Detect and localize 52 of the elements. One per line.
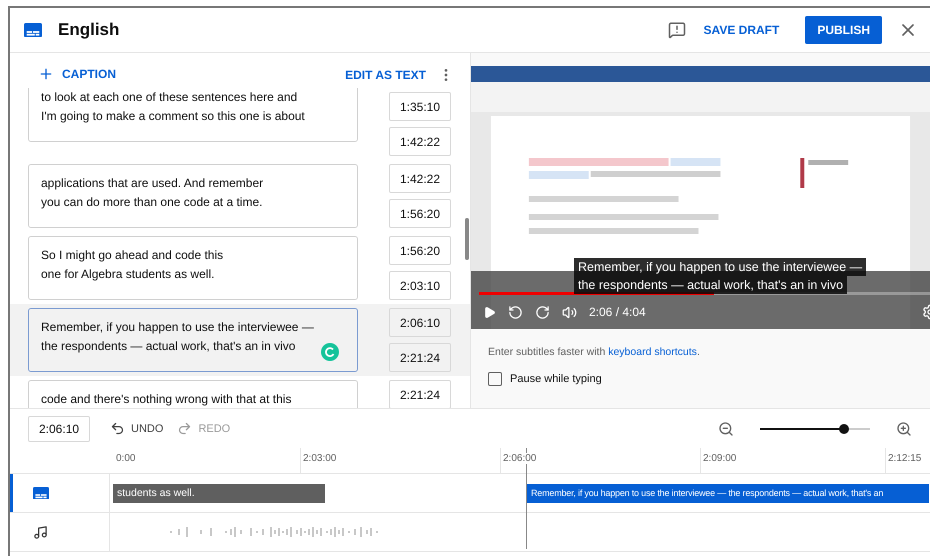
- end-time-field[interactable]: 2:21:24: [389, 343, 451, 372]
- caption-block[interactable]: students as well.: [113, 484, 325, 502]
- end-time-field[interactable]: 2:03:10: [389, 271, 451, 300]
- progress-bar[interactable]: [479, 292, 930, 295]
- save-draft-button[interactable]: SAVE DRAFT: [696, 17, 788, 43]
- zoom-out-icon[interactable]: [718, 420, 734, 436]
- zoom-in-icon[interactable]: [896, 420, 912, 436]
- plus-icon: [38, 66, 54, 82]
- caption-block[interactable]: Remember, if you happen to use the interviewee — the respondents — actual work, that's an: [527, 484, 929, 502]
- caption-field[interactable]: to look at each one of these sentences here and I'm going to make a comment so this one is about: [28, 88, 358, 142]
- refresh-icon: [321, 343, 339, 361]
- subtitles-icon: [24, 22, 42, 38]
- start-time-field[interactable]: 2:21:24: [389, 380, 451, 408]
- video-time: 2:06 / 4:04: [589, 305, 647, 319]
- caption-field[interactable]: Remember, if you happen to use the interviewee — the respondents — actual work, that's an in vivo: [28, 308, 358, 372]
- ruler-label: 2:03:00: [303, 453, 336, 464]
- redo-icon: [177, 421, 192, 436]
- zoom-slider[interactable]: [760, 422, 870, 434]
- ruler-label: 0:00: [116, 453, 136, 464]
- ruler-label: 2:12:15: [888, 453, 922, 464]
- edit-as-text-button[interactable]: EDIT AS TEXT: [337, 62, 434, 88]
- start-time-field[interactable]: 1:42:22: [389, 164, 451, 193]
- start-time-field[interactable]: 1:35:10: [389, 92, 451, 121]
- ruler-label: 2:09:00: [703, 453, 736, 464]
- ruler-label: 2:06:00: [503, 453, 536, 464]
- add-caption-button[interactable]: CAPTION: [30, 60, 124, 88]
- scrollbar: [465, 218, 469, 260]
- keyboard-shortcuts-link[interactable]: keyboard shortcuts: [608, 346, 697, 358]
- undo-button[interactable]: UNDO: [110, 421, 164, 436]
- caption-field[interactable]: applications that are used. And remember you can do more than one code at a time.: [28, 164, 358, 228]
- music-note-icon: [33, 524, 48, 540]
- video-caption: the respondents — actual work, that's an in vivo: [574, 276, 848, 294]
- start-time-field[interactable]: 1:56:20: [389, 236, 451, 265]
- rewind-icon[interactable]: [508, 304, 523, 320]
- end-time-field[interactable]: 1:56:20: [389, 199, 451, 228]
- current-time-field[interactable]: 2:06:10: [28, 416, 90, 442]
- undo-icon: [110, 421, 126, 436]
- feedback-icon[interactable]: [668, 21, 686, 39]
- helper-text: Enter subtitles faster with keyboard shortcuts.: [488, 346, 701, 358]
- publish-button[interactable]: PUBLISH: [805, 16, 882, 44]
- end-time-field[interactable]: 1:42:22: [389, 127, 451, 156]
- caption-field[interactable]: So I might go ahead and code this one for Algebra students as well.: [28, 236, 358, 300]
- caption-field[interactable]: code and there's nothing wrong with that at this: [28, 380, 358, 408]
- volume-icon[interactable]: [562, 304, 577, 320]
- window-title: English: [58, 20, 120, 40]
- start-time-field[interactable]: 2:06:10: [389, 308, 451, 337]
- video-caption: Remember, if you happen to use the interviewee —: [574, 258, 866, 276]
- play-icon[interactable]: [483, 306, 496, 318]
- checkbox[interactable]: [488, 372, 502, 386]
- subtitles-icon: [33, 486, 49, 500]
- forward-icon[interactable]: [535, 304, 550, 320]
- checkbox-label: Pause while typing: [510, 373, 602, 385]
